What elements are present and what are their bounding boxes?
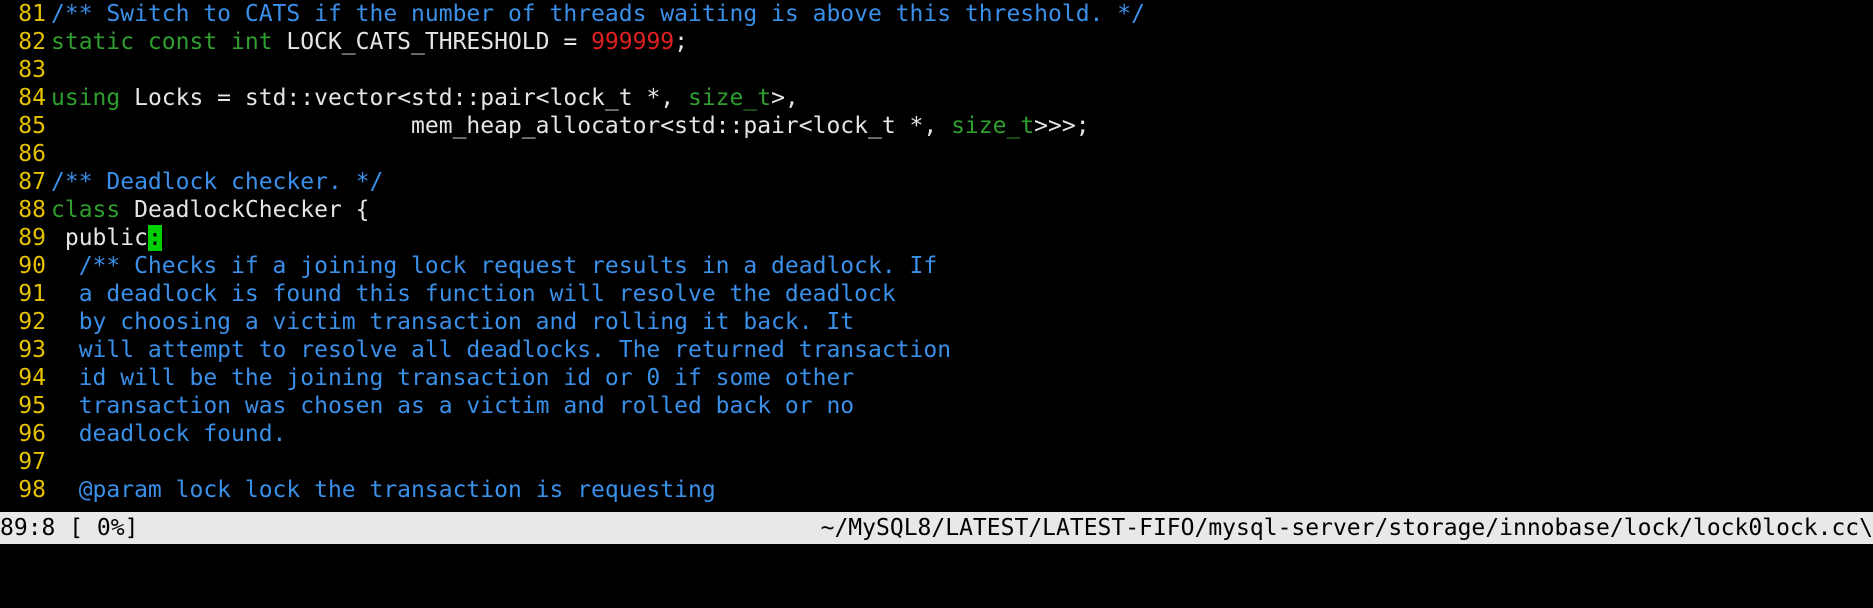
- line-code[interactable]: using Locks = std::vector<std::pair<lock…: [51, 84, 799, 112]
- code-token: class: [51, 197, 121, 223]
- code-line[interactable]: 88 class DeadlockChecker {: [0, 196, 1873, 224]
- line-code[interactable]: /** Switch to CATS if the number of thre…: [51, 0, 1145, 28]
- code-token: >,: [771, 85, 799, 111]
- line-code[interactable]: id will be the joining transaction id or…: [51, 364, 854, 392]
- code-editor[interactable]: 81/** Switch to CATS if the number of th…: [0, 0, 1873, 512]
- code-token: by choosing a victim transaction and rol…: [51, 309, 855, 335]
- line-code[interactable]: deadlock found.: [51, 420, 287, 448]
- line-code[interactable]: transaction was chosen as a victim and r…: [51, 392, 854, 420]
- line-number: 98: [18, 477, 46, 503]
- code-token: deadlock found.: [51, 421, 287, 447]
- code-token: /** Switch to CATS if the number of thre…: [51, 1, 1145, 27]
- text-cursor: :: [147, 225, 162, 251]
- code-token: id will be the joining transaction id or…: [51, 365, 855, 391]
- line-code[interactable]: will attempt to resolve all deadlocks. T…: [51, 336, 951, 364]
- line-code[interactable]: /** Checks if a joining lock request res…: [51, 252, 938, 280]
- code-token: ;: [674, 29, 689, 55]
- line-number: 94: [18, 365, 46, 391]
- line-number: 96: [18, 421, 46, 447]
- code-token: a deadlock is found this function will r…: [51, 281, 896, 307]
- line-number: 97: [18, 449, 46, 475]
- code-line[interactable]: 93 will attempt to resolve all deadlocks…: [0, 336, 1873, 364]
- code-token: @param lock lock the transaction is requ…: [51, 477, 716, 503]
- line-number: 81: [18, 1, 46, 27]
- code-token: static const int: [51, 29, 273, 55]
- code-line[interactable]: 90 /** Checks if a joining lock request …: [0, 252, 1873, 280]
- line-code[interactable]: public:: [51, 224, 162, 252]
- status-bar: 89:8 [ 0%] ~/MySQL8/LATEST/LATEST-FIFO/m…: [0, 512, 1873, 544]
- code-line[interactable]: 91 a deadlock is found this function wil…: [0, 280, 1873, 308]
- code-line[interactable]: 94 id will be the joining transaction id…: [0, 364, 1873, 392]
- cursor-position: 89:8 [ 0%]: [0, 515, 139, 541]
- line-code[interactable]: a deadlock is found this function will r…: [51, 280, 896, 308]
- line-number: 95: [18, 393, 46, 419]
- line-number: 82: [18, 29, 46, 55]
- line-code[interactable]: @param lock lock the transaction is requ…: [51, 476, 716, 504]
- line-number: 88: [18, 197, 46, 223]
- code-line[interactable]: 82 static const int LOCK_CATS_THRESHOLD =…: [0, 28, 1873, 56]
- code-line[interactable]: 89 public:: [0, 224, 1873, 252]
- code-token: /** Deadlock checker. */: [51, 169, 384, 195]
- line-number: 85: [18, 113, 46, 139]
- file-path: ~/MySQL8/LATEST/LATEST-FIFO/mysql-server…: [820, 515, 1873, 541]
- code-token: Locks = std::vector<std::pair<lock_t *,: [120, 85, 688, 111]
- line-number: 91: [18, 281, 46, 307]
- code-line[interactable]: 87/** Deadlock checker. */: [0, 168, 1873, 196]
- code-token: >>>;: [1034, 113, 1090, 139]
- code-token: will attempt to resolve all deadlocks. T…: [51, 337, 952, 363]
- code-token: 999999: [591, 29, 675, 55]
- code-line[interactable]: 92 by choosing a victim transaction and …: [0, 308, 1873, 336]
- code-token: DeadlockChecker {: [120, 197, 370, 223]
- line-code[interactable]: /** Deadlock checker. */: [51, 168, 383, 196]
- code-line[interactable]: 85 mem_heap_allocator<std::pair<lock_t *…: [0, 112, 1873, 140]
- code-line[interactable]: 84 using Locks = std::vector<std::pair<lo…: [0, 84, 1873, 112]
- line-code[interactable]: class DeadlockChecker {: [51, 196, 370, 224]
- code-token: size_t: [951, 113, 1035, 139]
- code-line[interactable]: 97: [0, 448, 1873, 476]
- line-number: 87: [18, 169, 46, 195]
- line-number: 93: [18, 337, 46, 363]
- code-token: using: [51, 85, 121, 111]
- code-token: public: [51, 225, 148, 251]
- line-code[interactable]: mem_heap_allocator<std::pair<lock_t *, s…: [51, 112, 1090, 140]
- code-line[interactable]: 86: [0, 140, 1873, 168]
- line-code[interactable]: by choosing a victim transaction and rol…: [51, 308, 854, 336]
- code-line[interactable]: 96 deadlock found.: [0, 420, 1873, 448]
- code-token: transaction was chosen as a victim and r…: [51, 393, 855, 419]
- code-token: mem_heap_allocator<std::pair<lock_t *,: [51, 113, 952, 139]
- line-number: 86: [18, 141, 46, 167]
- line-number: 83: [18, 57, 46, 83]
- line-code[interactable]: static const int LOCK_CATS_THRESHOLD = 9…: [51, 28, 688, 56]
- line-number: 89: [18, 225, 46, 251]
- line-number: 92: [18, 309, 46, 335]
- code-line[interactable]: 83: [0, 56, 1873, 84]
- code-line[interactable]: 98 @param lock lock the transaction is r…: [0, 476, 1873, 504]
- code-line[interactable]: 95 transaction was chosen as a victim an…: [0, 392, 1873, 420]
- code-token: size_t: [687, 85, 772, 111]
- code-token: LOCK_CATS_THRESHOLD =: [272, 29, 592, 55]
- code-token: /** Checks if a joining lock request res…: [51, 253, 938, 279]
- code-line[interactable]: 81/** Switch to CATS if the number of th…: [0, 0, 1873, 28]
- line-number: 90: [18, 253, 46, 279]
- line-number: 84: [18, 85, 46, 111]
